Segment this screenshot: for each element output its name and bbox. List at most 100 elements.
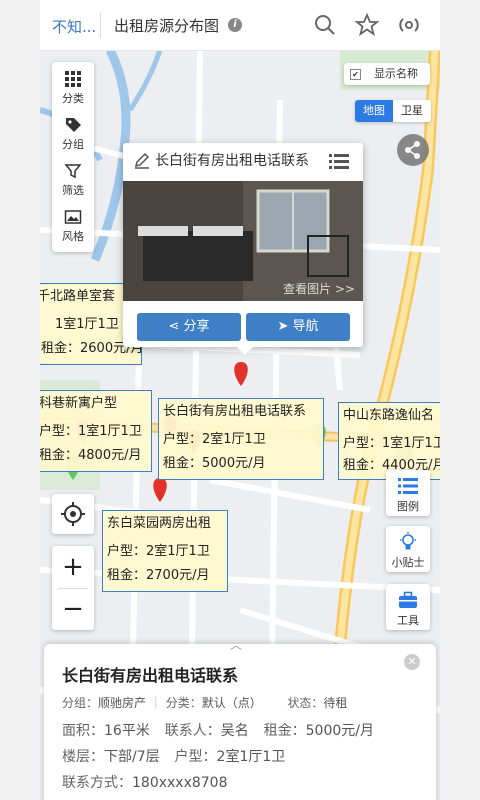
rent-value: 5000元/月 — [305, 723, 374, 739]
toolbox-icon — [399, 591, 417, 608]
floor-label: 楼层： — [62, 749, 104, 765]
tools-button[interactable]: 工具 — [386, 584, 430, 630]
back-button[interactable]: 不知... — [52, 16, 96, 37]
filter-icon — [64, 164, 82, 179]
tool-filter[interactable]: 筛选 — [52, 156, 94, 202]
tool-label: 风格 — [62, 230, 84, 243]
tips-button[interactable]: 小贴士 — [386, 526, 430, 572]
label-type: 2室1厅1卫 — [202, 432, 266, 447]
zoom-control: + − — [52, 546, 94, 630]
tool-group[interactable]: 分组 — [52, 110, 94, 156]
tools-label: 工具 — [397, 614, 419, 627]
category-label: 分类： — [165, 696, 202, 710]
property-detail-card: ︿ 长白街有房出租电话联系 ✕ 分组：顺驰房产 ｜ 分类：默认（点） 状态：待租… — [44, 638, 436, 800]
label-rent: 5000元/月 — [202, 456, 266, 471]
show-names-toggle[interactable]: ✔ 显示名称 — [344, 63, 430, 85]
rent-prefix: 租金： — [107, 568, 147, 583]
label-rent: 2700元/月 — [146, 568, 210, 583]
map-type-satellite[interactable]: 卫星 — [393, 100, 431, 122]
tips-label: 小贴士 — [391, 556, 425, 569]
lightbulb-icon — [400, 532, 416, 550]
legend-button[interactable]: 图例 — [386, 470, 430, 516]
zoom-in-button[interactable]: + — [52, 546, 94, 588]
type-prefix: 户型： — [107, 544, 147, 559]
crosshair-icon — [61, 502, 85, 526]
star-icon[interactable] — [354, 12, 380, 38]
tool-style[interactable]: 风格 — [52, 202, 94, 248]
detail-row-3: 联系方式：180xxxx8708 — [62, 772, 228, 792]
group-value: 顺驰房产 — [98, 696, 147, 710]
map-label[interactable]: 东白菜园两房出租 户型：2室1厅1卫 租金：2700元/月 — [102, 510, 228, 592]
map-type-map[interactable]: 地图 — [355, 100, 393, 122]
label-title: 科巷新寓户型 — [40, 396, 118, 411]
share-label: 分享 — [183, 319, 210, 334]
label-type: 1室1厅1卫 — [78, 424, 142, 439]
search-icon[interactable] — [312, 12, 338, 38]
see-pictures-link[interactable]: 查看图片 >> — [283, 280, 355, 297]
category-value: 默认（点） — [201, 696, 262, 710]
type-value: 2室1厅1卫 — [216, 749, 286, 765]
info-icon[interactable]: i — [228, 18, 242, 32]
tool-label: 分类 — [62, 92, 84, 105]
label-title: 千北路单室套 — [40, 289, 116, 304]
floor-value: 下部/7层 — [104, 749, 160, 765]
locate-button[interactable] — [52, 494, 94, 534]
marker-popup: 长白街有房出租电话联系 查看图片 >> ⋖ 分享 ➤ 导航 — [123, 143, 363, 355]
edit-icon[interactable] — [133, 152, 151, 170]
list-icon — [398, 478, 418, 494]
share-fab[interactable] — [397, 134, 429, 166]
rent-prefix: 租金： — [163, 456, 203, 471]
map-type-toggle: 地图 卫星 — [355, 100, 431, 122]
menu-list-icon[interactable] — [329, 153, 349, 169]
top-bar: 不知... 出租房源分布图 i — [40, 0, 440, 51]
image-icon — [64, 210, 82, 224]
grid-icon — [65, 71, 81, 87]
left-toolbar: 分类 分组 筛选 风格 — [52, 62, 94, 252]
label-rent-row: 租金：2700元/月 — [107, 565, 209, 587]
navigate-icon: ➤ — [277, 319, 293, 334]
map-label[interactable]: 中山东路逸仙名 户型：1室1厅1卫 租金：4400元/月 — [338, 402, 440, 480]
detail-row-2: 楼层：下部/7层 户型：2室1厅1卫 — [62, 746, 285, 766]
divider — [100, 12, 101, 38]
property-photo[interactable]: 查看图片 >> — [123, 181, 363, 301]
meta-row: 分组：顺驰房产 ｜ 分类：默认（点） 状态：待租 — [62, 696, 348, 710]
checkbox[interactable]: ✔ — [350, 69, 361, 80]
type-prefix: 户型： — [40, 424, 79, 439]
navigate-button[interactable]: ➤ 导航 — [246, 313, 350, 341]
label-type: 1室1厅1卫 — [55, 317, 119, 332]
status-value: 待租 — [323, 696, 348, 710]
contact-label: 联系人： — [164, 723, 221, 739]
legend-label: 图例 — [397, 500, 419, 513]
type-prefix: 户型： — [343, 436, 383, 451]
close-icon[interactable]: ✕ — [404, 654, 420, 670]
label-type-row: 户型：2室1厅1卫 — [107, 541, 210, 563]
chevron-up-icon[interactable]: ︿ — [230, 636, 242, 653]
share-icon — [405, 141, 420, 159]
phone-label: 联系方式： — [62, 775, 132, 791]
tool-category[interactable]: 分类 — [52, 64, 94, 110]
app-screen: 不知... 出租房源分布图 i 分类 分组 筛选 风格 ✔ 显示名称 地图 卫星… — [40, 0, 440, 800]
navigate-label: 导航 — [292, 319, 319, 334]
label-rent-row: 租金：4800元/月 — [40, 445, 141, 467]
type-prefix: 户型： — [163, 432, 203, 447]
rent-label: 租金： — [263, 723, 306, 739]
rent-prefix: 租金： — [343, 458, 383, 473]
share-button[interactable]: ⋖ 分享 — [137, 313, 241, 341]
detail-row-1: 面积：16平米 联系人：吴名 租金：5000元/月 — [62, 720, 374, 740]
map-label[interactable]: 科巷新寓户型 户型：1室1厅1卫 租金：4800元/月 — [40, 390, 152, 472]
label-type-row: 户型：1室1厅1卫 — [343, 433, 440, 455]
status-label: 状态： — [287, 696, 324, 710]
card-title: 长白街有房出租电话联系 — [62, 666, 239, 685]
label-type-row: 户型：1室1厅1卫 — [40, 421, 142, 443]
area-label: 面积： — [62, 723, 104, 739]
phone-value[interactable]: 180xxxx8708 — [132, 775, 228, 791]
label-title: 东白菜园两房出租 — [107, 516, 212, 531]
rent-prefix: 租金： — [40, 448, 79, 463]
zoom-out-button[interactable]: − — [52, 588, 94, 630]
broadcast-icon[interactable] — [396, 12, 422, 38]
label-type: 1室1厅1卫 — [382, 436, 440, 451]
show-names-label: 显示名称 — [374, 67, 418, 80]
tag-icon — [66, 118, 81, 132]
map-label[interactable]: 长白街有房出租电话联系 户型：2室1厅1卫 租金：5000元/月 — [158, 398, 324, 480]
label-title: 长白街有房出租电话联系 — [163, 404, 307, 419]
